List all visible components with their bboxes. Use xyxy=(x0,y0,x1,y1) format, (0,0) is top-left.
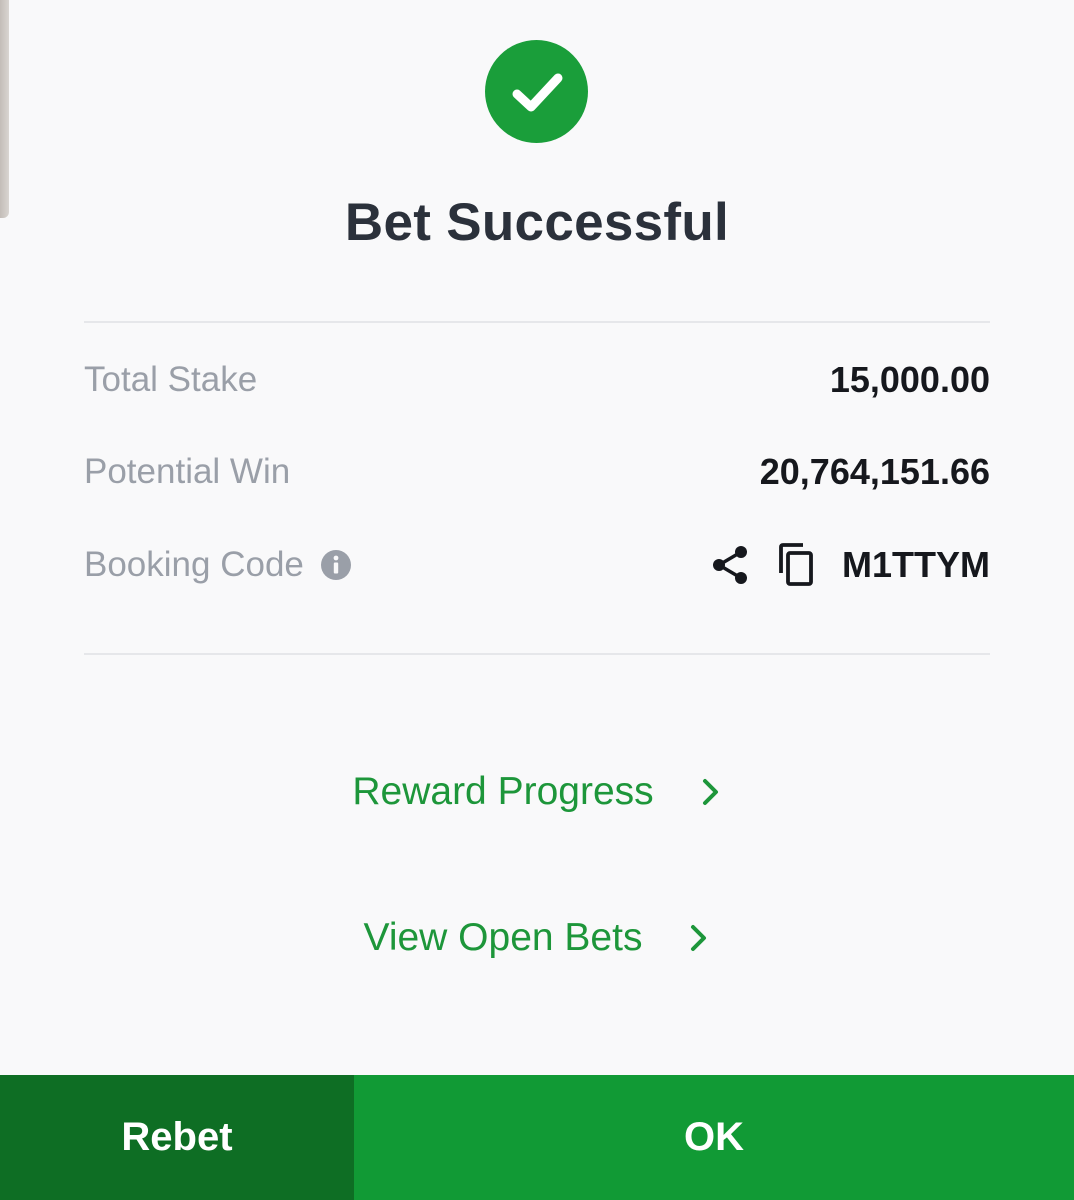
success-check-icon xyxy=(485,40,588,143)
potential-win-label: Potential Win xyxy=(84,452,291,491)
chevron-right-icon xyxy=(700,777,722,807)
booking-code-value[interactable]: M1TTYM xyxy=(842,544,990,586)
ok-button[interactable]: OK xyxy=(354,1075,1074,1200)
view-open-bets-link[interactable]: View Open Bets xyxy=(0,908,1074,968)
page-title: Bet Successful xyxy=(344,193,730,252)
total-stake-label: Total Stake xyxy=(84,360,258,399)
potential-win-row: Potential Win 20,764,151.66 xyxy=(84,442,990,502)
reward-progress-label: Reward Progress xyxy=(352,770,654,813)
potential-win-value: 20,764,151.66 xyxy=(759,451,990,492)
view-open-bets-label: View Open Bets xyxy=(363,916,643,959)
divider-top xyxy=(84,321,990,323)
reward-progress-link[interactable]: Reward Progress xyxy=(0,762,1074,822)
share-icon[interactable] xyxy=(710,544,750,586)
booking-code-value-group: M1TTYM xyxy=(710,542,990,588)
divider-bottom xyxy=(84,653,990,655)
info-icon[interactable] xyxy=(320,549,352,581)
booking-code-label: Booking Code xyxy=(84,545,304,584)
booking-code-row: Booking Code M1TTYM xyxy=(84,535,990,595)
booking-code-label-group: Booking Code xyxy=(84,545,352,585)
total-stake-row: Total Stake 15,000.00 xyxy=(84,350,990,410)
total-stake-value: 15,000.00 xyxy=(829,359,990,400)
background-panel-edge xyxy=(0,0,9,218)
chevron-right-icon xyxy=(688,923,710,953)
rebet-button[interactable]: Rebet xyxy=(0,1075,354,1200)
copy-icon[interactable] xyxy=(776,542,816,588)
footer-actions: Rebet OK xyxy=(0,1075,1074,1200)
